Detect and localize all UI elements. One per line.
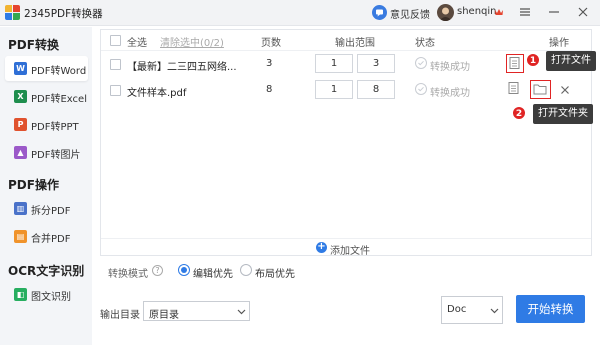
sidebar-item-pdf-to-word[interactable]: W PDF转Word xyxy=(5,56,88,81)
mode-label: 转换模式 xyxy=(108,269,148,280)
document-icon xyxy=(508,82,519,94)
range-to-input[interactable]: 3 xyxy=(357,54,395,73)
start-convert-button[interactable]: 开始转换 xyxy=(516,295,585,323)
row-checkbox[interactable] xyxy=(110,59,121,70)
pages-header: 页数 xyxy=(261,38,281,49)
open-file-button[interactable] xyxy=(506,54,524,73)
tooltip-open-file: 打开文件 xyxy=(546,51,596,71)
chevron-down-icon xyxy=(237,309,246,315)
select-all-checkbox[interactable] xyxy=(110,35,121,46)
feedback-link[interactable]: 意见反馈 xyxy=(390,6,430,21)
format-select[interactable]: Doc xyxy=(441,296,503,324)
status-text: 转换成功 xyxy=(430,88,470,99)
section-pdf-operations: PDF操作 xyxy=(8,178,59,192)
output-dir-label: 输出目录 xyxy=(100,310,140,321)
range-header: 输出范围 xyxy=(335,38,375,49)
format-value: Doc xyxy=(447,304,467,315)
sidebar-item-label: 图文识别 xyxy=(31,292,71,303)
sidebar-item-image-text-recognition[interactable]: ◧ 图文识别 xyxy=(5,282,88,307)
file-name: 【最新】二三四五网络... xyxy=(127,62,237,73)
row-checkbox[interactable] xyxy=(110,85,121,96)
table-header: 全选 清除选中(0/2) 页数 输出范围 状态 操作 xyxy=(101,30,591,51)
sidebar-item-label: 拆分PDF xyxy=(31,206,71,217)
output-dir-select[interactable]: 原目录 xyxy=(143,301,250,321)
word-icon: W xyxy=(14,62,27,75)
title-bar: 2345PDF转换器 意见反馈 shenqin xyxy=(0,0,600,26)
open-file-button[interactable] xyxy=(506,80,524,99)
ppt-icon: P xyxy=(14,118,27,131)
menu-icon[interactable] xyxy=(516,3,534,21)
step-badge-1: 1 xyxy=(526,53,540,67)
close-window-icon[interactable] xyxy=(574,3,592,21)
radio-layout-priority[interactable] xyxy=(240,264,252,276)
split-icon: ▥ xyxy=(14,202,27,215)
add-file-label[interactable]: 添加文件 xyxy=(330,242,370,257)
sidebar-item-pdf-to-excel[interactable]: X PDF转Excel xyxy=(5,84,88,109)
sidebar-item-merge-pdf[interactable]: ▤ 合并PDF xyxy=(5,224,88,249)
username[interactable]: shenqin xyxy=(457,6,497,17)
clear-selected-link[interactable]: 清除选中(0/2) xyxy=(160,34,224,49)
excel-icon: X xyxy=(14,90,27,103)
section-ocr: OCR文字识别 xyxy=(8,264,85,278)
app-title: 2345PDF转换器 xyxy=(24,8,103,20)
sidebar-item-pdf-to-image[interactable]: ▲ PDF转图片 xyxy=(5,140,88,165)
image-icon: ▲ xyxy=(14,146,27,159)
range-to-input[interactable]: 8 xyxy=(357,80,395,99)
help-icon[interactable]: ? xyxy=(152,265,163,276)
app-logo-icon xyxy=(5,5,20,20)
status-text: 转换成功 xyxy=(430,62,470,73)
radio-edit-priority[interactable] xyxy=(178,264,190,276)
remove-file-icon[interactable] xyxy=(556,80,574,99)
ocr-icon: ◧ xyxy=(14,288,27,301)
actions-header: 操作 xyxy=(549,38,569,49)
page-count: 8 xyxy=(266,84,273,95)
vip-crown-icon[interactable] xyxy=(494,7,504,17)
user-avatar[interactable] xyxy=(437,4,454,21)
merge-icon: ▤ xyxy=(14,230,27,243)
folder-icon xyxy=(533,84,547,95)
output-dir-value: 原目录 xyxy=(149,310,179,321)
chevron-down-icon xyxy=(490,308,499,314)
success-check-icon xyxy=(415,83,427,95)
table-row[interactable]: 文件样本.pdf 8 1 - 8 转换成功 xyxy=(101,77,591,105)
radio-label-layout-priority[interactable]: 布局优先 xyxy=(255,265,295,280)
tooltip-open-folder: 打开文件夹 xyxy=(533,104,593,124)
sidebar-item-split-pdf[interactable]: ▥ 拆分PDF xyxy=(5,196,88,221)
add-file-bar[interactable]: + 添加文件 xyxy=(101,238,591,257)
sidebar-item-label: PDF转图片 xyxy=(31,150,81,161)
range-from-input[interactable]: 1 xyxy=(315,80,353,99)
file-name: 文件样本.pdf xyxy=(127,88,187,99)
sidebar-item-label: PDF转Excel xyxy=(31,94,87,105)
feedback-icon[interactable] xyxy=(372,5,387,20)
sidebar-item-label: PDF转PPT xyxy=(31,122,79,133)
add-icon[interactable]: + xyxy=(316,242,327,253)
sidebar-item-label: PDF转Word xyxy=(31,66,87,77)
table-row[interactable]: 【最新】二三四五网络... 3 1 - 3 转换成功 xyxy=(101,51,591,79)
minimize-icon[interactable] xyxy=(545,3,563,21)
sidebar-item-pdf-to-ppt[interactable]: P PDF转PPT xyxy=(5,112,88,137)
section-pdf-convert: PDF转换 xyxy=(8,38,59,52)
sidebar: PDF转换 W PDF转Word X PDF转Excel P PDF转PPT ▲… xyxy=(0,27,92,345)
page-count: 3 xyxy=(266,58,273,69)
document-icon xyxy=(509,57,520,69)
sidebar-item-label: 合并PDF xyxy=(31,234,71,245)
status-header: 状态 xyxy=(415,38,435,49)
open-folder-button[interactable] xyxy=(530,80,551,99)
file-list-panel: 全选 清除选中(0/2) 页数 输出范围 状态 操作 【最新】二三四五网络...… xyxy=(100,29,592,257)
select-all-label[interactable]: 全选 xyxy=(127,34,147,49)
radio-label-edit-priority[interactable]: 编辑优先 xyxy=(193,265,233,280)
range-from-input[interactable]: 1 xyxy=(315,54,353,73)
step-badge-2: 2 xyxy=(512,106,526,120)
success-check-icon xyxy=(415,57,427,69)
